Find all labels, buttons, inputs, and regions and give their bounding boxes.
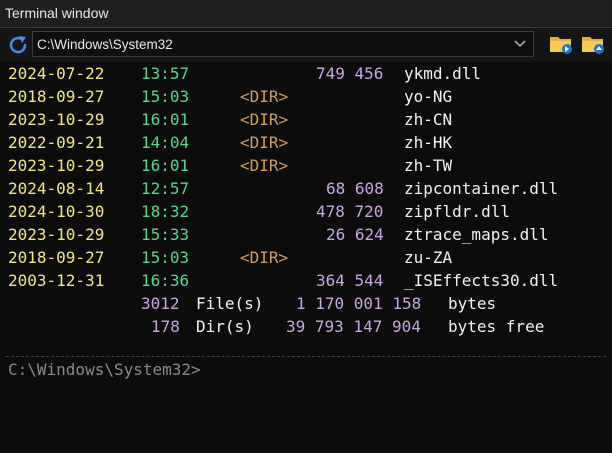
entry-name: zh-TW bbox=[404, 156, 453, 175]
path-input[interactable] bbox=[37, 35, 507, 53]
entry-date: 2023-10-29 bbox=[8, 225, 105, 244]
entry-name: yo-NG bbox=[404, 87, 453, 106]
path-toolbar bbox=[0, 28, 612, 62]
terminal-output[interactable]: 2024-07-22 13:57 749 456 ykmd.dll 2018-0… bbox=[0, 62, 612, 354]
entry-name: zipfldr.dll bbox=[404, 202, 510, 221]
entry-time: 18:32 bbox=[141, 202, 190, 221]
entry-time: 15:33 bbox=[141, 225, 190, 244]
entry-size: 749 456 bbox=[316, 64, 384, 83]
entry-time: 15:03 bbox=[141, 87, 190, 106]
entry-time: 15:03 bbox=[141, 248, 190, 267]
files-unit: bytes bbox=[448, 294, 497, 313]
list-item: 2024-07-22 13:57 749 456 ykmd.dll bbox=[0, 62, 612, 85]
entry-name: ztrace_maps.dll bbox=[404, 225, 549, 244]
entry-date: 2022-09-21 bbox=[8, 133, 105, 152]
entry-date: 2018-09-27 bbox=[8, 248, 105, 267]
list-item: 2023-10-29 16:01 <DIR> zh-CN bbox=[0, 108, 612, 131]
entry-size: 68 608 bbox=[326, 179, 384, 198]
entry-name: zu-ZA bbox=[404, 248, 453, 267]
list-item: 2018-09-27 15:03 <DIR> zu-ZA bbox=[0, 246, 612, 269]
entry-time: 13:57 bbox=[141, 64, 190, 83]
path-combobox[interactable] bbox=[32, 31, 534, 57]
entry-name: zh-CN bbox=[404, 110, 453, 129]
list-item: 2022-09-21 14:04 <DIR> zh-HK bbox=[0, 131, 612, 154]
entry-time: 12:57 bbox=[141, 179, 190, 198]
entry-date: 2018-09-27 bbox=[8, 87, 105, 106]
entry-time: 16:01 bbox=[141, 110, 190, 129]
entry-name: zipcontainer.dll bbox=[404, 179, 559, 198]
entry-name: zh-HK bbox=[404, 133, 453, 152]
entry-size: 478 720 bbox=[316, 202, 384, 221]
title-bar: Terminal window bbox=[0, 0, 612, 28]
files-summary: 3012 File(s) 1 170 001 158 bytes bbox=[0, 292, 612, 315]
entry-time: 16:01 bbox=[141, 156, 190, 175]
list-item: 2024-08-14 12:57 68 608 zipcontainer.dll bbox=[0, 177, 612, 200]
files-count: 3012 bbox=[141, 294, 180, 313]
list-item: 2023-10-29 16:01 <DIR> zh-TW bbox=[0, 154, 612, 177]
dirs-count: 178 bbox=[151, 317, 180, 336]
entry-date: 2024-10-30 bbox=[8, 202, 105, 221]
chevron-down-icon[interactable] bbox=[513, 37, 527, 51]
window-title: Terminal window bbox=[5, 5, 109, 21]
entry-date: 2024-08-14 bbox=[8, 179, 105, 198]
entry-dir-tag: <DIR> bbox=[240, 87, 289, 106]
entry-dir-tag: <DIR> bbox=[240, 156, 289, 175]
entry-date: 2024-07-22 bbox=[8, 64, 105, 83]
entry-name: _ISEffects30.dll bbox=[404, 271, 559, 290]
list-item: 2024-10-30 18:32 478 720 zipfldr.dll bbox=[0, 200, 612, 223]
list-item: 2003-12-31 16:36 364 544 _ISEffects30.dl… bbox=[0, 269, 612, 292]
entry-size: 26 624 bbox=[326, 225, 384, 244]
files-bytes: 1 170 001 158 bbox=[296, 294, 422, 313]
dirs-bytes: 39 793 147 904 bbox=[286, 317, 421, 336]
entry-date: 2003-12-31 bbox=[8, 271, 105, 290]
refresh-icon[interactable] bbox=[6, 33, 30, 57]
entry-time: 16:36 bbox=[141, 271, 190, 290]
folder-up-icon[interactable] bbox=[580, 32, 606, 56]
files-label: File(s) bbox=[196, 294, 264, 313]
entry-dir-tag: <DIR> bbox=[240, 110, 289, 129]
dirs-label: Dir(s) bbox=[196, 317, 254, 336]
entry-size: 364 544 bbox=[316, 271, 384, 290]
dirs-unit: bytes free bbox=[448, 317, 545, 336]
entry-date: 2023-10-29 bbox=[8, 110, 105, 129]
dirs-summary: 178 Dir(s) 39 793 147 904 bytes free bbox=[0, 315, 612, 338]
list-item: 2023-10-29 15:33 26 624 ztrace_maps.dll bbox=[0, 223, 612, 246]
entry-date: 2023-10-29 bbox=[8, 156, 105, 175]
entry-dir-tag: <DIR> bbox=[240, 248, 289, 267]
folder-go-icon[interactable] bbox=[548, 32, 574, 56]
list-item: 2018-09-27 15:03 <DIR> yo-NG bbox=[0, 85, 612, 108]
input-divider bbox=[6, 356, 606, 357]
entry-dir-tag: <DIR> bbox=[240, 133, 289, 152]
command-prompt[interactable]: C:\Windows\System32> bbox=[8, 360, 201, 379]
entry-time: 14:04 bbox=[141, 133, 190, 152]
entry-name: ykmd.dll bbox=[404, 64, 482, 83]
